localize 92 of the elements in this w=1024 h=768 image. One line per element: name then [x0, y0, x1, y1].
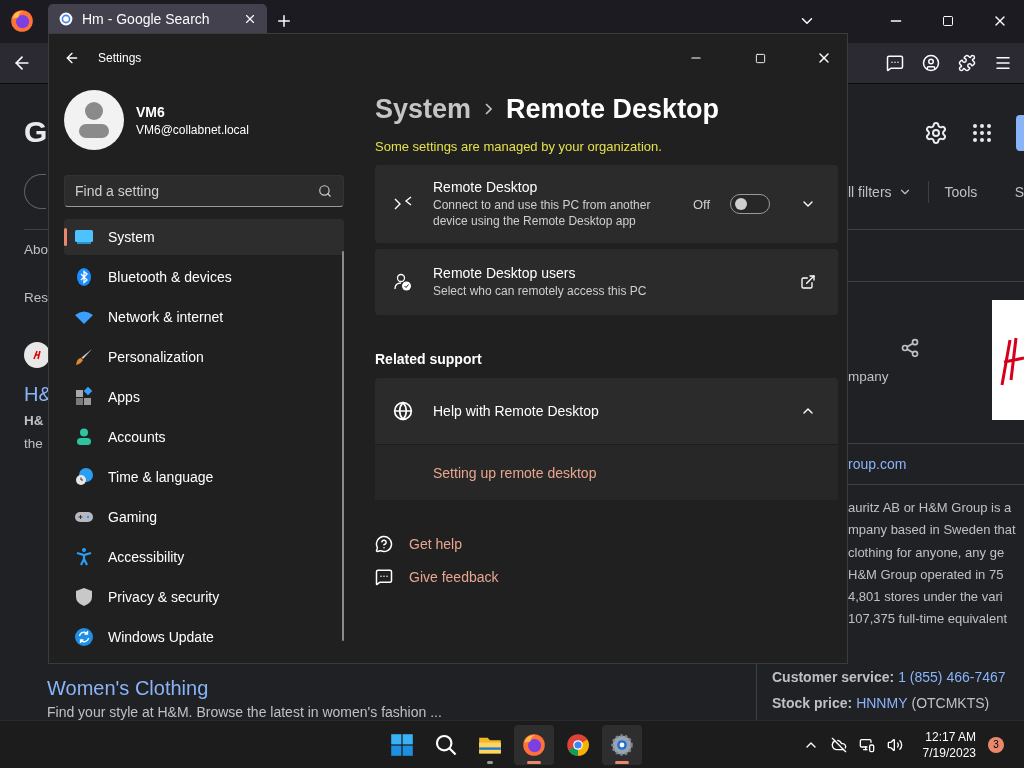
- clock[interactable]: 12:17 AM 7/19/2023: [922, 728, 976, 761]
- fact-note: (OTCMKTS): [911, 695, 990, 711]
- user-name: VM6: [136, 103, 166, 120]
- footer-link[interactable]: Get help: [409, 536, 462, 552]
- gear-icon: [610, 732, 634, 757]
- description-line: H&M Group operated in 75: [848, 565, 1005, 584]
- extensions-icon[interactable]: [958, 54, 976, 72]
- account-icon[interactable]: [922, 54, 940, 72]
- result-snippet: Find your style at H&M. Browse the latest in women's fashion ...: [47, 704, 443, 720]
- notification-badge[interactable]: 3: [988, 736, 1004, 753]
- section-heading: Related support: [375, 350, 483, 369]
- toggle-state: Off: [693, 196, 711, 212]
- globe-clock-icon: [74, 467, 94, 487]
- nav-item[interactable]: Apps: [64, 379, 344, 415]
- result-brand: H&: [24, 412, 45, 430]
- globe-icon: [393, 401, 413, 421]
- result-snippet: the: [24, 434, 44, 453]
- card-title: Remote Desktop users: [433, 265, 577, 281]
- firefox-icon: [522, 732, 546, 757]
- maximize-icon[interactable]: [754, 52, 766, 64]
- volume-icon[interactable]: [886, 736, 903, 753]
- nav-tab[interactable]: S: [1014, 184, 1024, 200]
- feedback-icon: [375, 568, 393, 586]
- browser-tab[interactable]: Hm - Google Search: [48, 4, 267, 33]
- card-description: Connect to and use this PC from another device using the Remote Desktop app: [433, 197, 652, 229]
- logo-icon: [33, 350, 41, 360]
- taskbar-app[interactable]: [602, 724, 642, 765]
- accessibility-icon: [74, 547, 94, 567]
- website-link[interactable]: roup.com: [848, 456, 907, 472]
- user-email: VM6@collabnet.local: [136, 122, 249, 137]
- settings-icon[interactable]: [924, 121, 948, 145]
- restore-icon[interactable]: [942, 15, 954, 28]
- description-line: mpany based in Sweden that: [848, 521, 1017, 540]
- network-icon[interactable]: [858, 736, 875, 753]
- external-link-icon: [800, 274, 817, 290]
- setting-card[interactable]: Remote Desktop Connect to and use this PC from another device using the Remote Desktop app Off: [375, 165, 839, 243]
- result-link[interactable]: Women's Clothing: [47, 676, 756, 700]
- filters-menu[interactable]: ll filters: [848, 184, 892, 200]
- refresh-icon: [74, 627, 94, 647]
- back-icon[interactable]: [64, 50, 80, 66]
- taskbar-app[interactable]: [514, 724, 554, 765]
- search-field[interactable]: Find a setting: [64, 175, 344, 207]
- result-stats: Res: [24, 288, 48, 307]
- card-title: Remote Desktop: [433, 179, 539, 195]
- description-line: clothing for anyone, any ge: [848, 543, 1006, 562]
- nav-item[interactable]: Network & internet: [64, 299, 344, 335]
- cloud-icon[interactable]: [830, 736, 847, 753]
- breadcrumb-link[interactable]: System: [375, 93, 472, 125]
- window-title: Settings: [98, 51, 142, 65]
- description-line: 4,801 stores under the vari: [848, 588, 1004, 607]
- search-icon: [434, 732, 458, 757]
- policy-notice: Some settings are managed by your organization.: [375, 138, 663, 156]
- nav-item[interactable]: Privacy & security: [64, 579, 344, 615]
- monitor-icon: [74, 227, 94, 247]
- apps-grid-icon[interactable]: [970, 121, 994, 145]
- nav-item[interactable]: Accessibility: [64, 539, 344, 575]
- toggle-switch[interactable]: [730, 194, 771, 214]
- user-check-icon: [393, 272, 413, 292]
- firefox-icon: [10, 9, 34, 34]
- shield-icon: [74, 587, 94, 607]
- card-description: Select who can remotely access this PC: [433, 283, 648, 299]
- expander-header[interactable]: Help with Remote Desktop: [375, 378, 839, 444]
- menu-icon[interactable]: [994, 54, 1012, 72]
- page-title: Remote Desktop: [506, 93, 720, 125]
- setting-card[interactable]: Remote Desktop users Select who can remotely access this PC: [375, 249, 839, 315]
- help-link[interactable]: Setting up remote desktop: [433, 464, 597, 481]
- chevron-icon: [485, 103, 493, 115]
- person-icon: [74, 427, 94, 447]
- fact-link[interactable]: HNNMY: [856, 695, 908, 711]
- share-icon[interactable]: [900, 338, 920, 358]
- search-icon[interactable]: [318, 184, 332, 198]
- nav-item[interactable]: System: [64, 219, 344, 255]
- help-icon: [375, 535, 393, 553]
- description-line: auritz AB or H&M Group is a: [848, 499, 1013, 517]
- fact-label: Customer service:: [772, 669, 895, 685]
- chrome-icon: [566, 732, 590, 757]
- tab-link[interactable]: Abo: [24, 240, 48, 260]
- tools-menu[interactable]: Tools: [944, 184, 978, 200]
- description-line: 107,375 full-time equivalent: [848, 610, 1008, 629]
- avatar: [64, 90, 124, 150]
- footer-link[interactable]: Give feedback: [409, 569, 499, 585]
- fact-link[interactable]: 1 (855) 466-7467: [898, 669, 1006, 685]
- fact-label: Stock price:: [772, 695, 853, 711]
- nav-item[interactable]: Personalization: [64, 339, 344, 375]
- bluetooth-icon: [74, 267, 94, 287]
- google-icon: [58, 10, 74, 27]
- apps-icon: [74, 387, 94, 407]
- windows-logo-icon: [390, 732, 414, 757]
- panel-subtitle: mpany: [848, 368, 889, 386]
- google-logo: G: [24, 114, 48, 150]
- brush-icon: [74, 347, 94, 367]
- nav-item[interactable]: Accounts: [64, 419, 344, 455]
